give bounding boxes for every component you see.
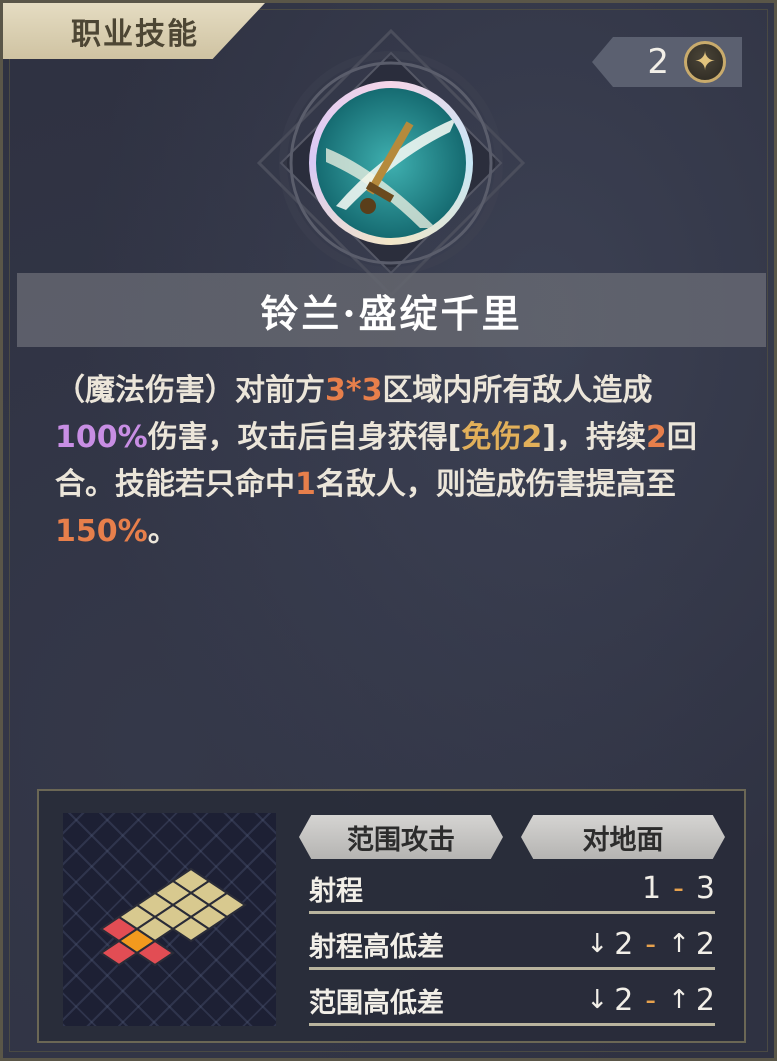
- stat-label: 范围高低差: [309, 987, 444, 1019]
- tag-attack-type-label: 范围攻击: [347, 824, 455, 856]
- desc-text: 区域内所有敌人造成: [382, 373, 653, 408]
- stat-value: ↓ 2 - ↑ 2: [586, 927, 715, 962]
- tag-target-type-label: 对地面: [582, 824, 664, 856]
- skill-name-band: 铃兰·盛绽千里: [17, 273, 766, 347]
- desc-target-count: 1: [295, 467, 316, 502]
- desc-duration-value: 2: [646, 420, 667, 455]
- height-down: 2: [614, 982, 634, 1018]
- desc-bonus-value: 150%: [55, 514, 148, 549]
- arrow-up-icon: ↑: [668, 929, 690, 959]
- desc-text: 伤害，攻击后自身获得[: [147, 420, 462, 455]
- range-max: 3: [695, 870, 715, 906]
- star-coin-icon: ✦: [684, 41, 726, 83]
- desc-text: 。: [147, 514, 178, 549]
- arrow-up-icon: ↑: [668, 985, 690, 1015]
- stat-value: ↓ 2 - ↑ 2: [586, 983, 715, 1018]
- height-sep: -: [645, 982, 657, 1018]
- desc-text: （魔法伤害）对前方: [55, 373, 325, 408]
- arrow-down-icon: ↓: [586, 985, 609, 1015]
- range-sep: -: [673, 870, 684, 906]
- section-title-tab: 职业技能: [3, 3, 265, 59]
- height-down: 2: [614, 926, 634, 962]
- skill-description: （魔法伤害）对前方3*3区域内所有敌人造成 100%伤害，攻击后自身获得[免伤2]…: [55, 367, 745, 555]
- stat-label: 射程高低差: [309, 931, 444, 963]
- range-min: 1: [641, 870, 662, 906]
- stat-row-range-height: 射程高低差 ↓ 2 - ↑ 2: [309, 921, 715, 970]
- desc-area-value: 3*3: [325, 373, 383, 408]
- cost-value: 2: [647, 42, 669, 82]
- height-sep: -: [645, 926, 657, 962]
- desc-text: 名敌人，则造成伤害提高至: [315, 467, 676, 502]
- skill-panel: 职业技能 2 ✦ 铃兰·盛绽千里 （魔法伤害）对前方3*3区域内所有敌人造成 10…: [0, 0, 777, 1061]
- stat-label: 射程: [309, 875, 363, 907]
- arrow-down-icon: ↓: [586, 929, 609, 959]
- tag-attack-type: 范围攻击: [299, 815, 503, 859]
- height-up: 2: [695, 926, 715, 962]
- desc-damage-value: 100%: [55, 420, 148, 455]
- sword-slash-icon[interactable]: [309, 81, 473, 245]
- stat-row-area-height: 范围高低差 ↓ 2 - ↑ 2: [309, 977, 715, 1026]
- stat-row-range: 射程 1 - 3: [309, 865, 715, 914]
- stat-value: 1 - 3: [642, 871, 715, 906]
- range-preview: [63, 813, 276, 1026]
- section-title: 职业技能: [71, 17, 199, 52]
- desc-text: ]，持续: [542, 420, 646, 455]
- sword-slash-graphic: [326, 118, 456, 228]
- tag-target-type: 对地面: [521, 815, 725, 859]
- range-tiles: [99, 867, 247, 967]
- desc-buff-name[interactable]: 免伤2: [461, 420, 542, 455]
- height-up: 2: [695, 982, 715, 1018]
- skill-name: 铃兰·盛绽千里: [260, 290, 523, 336]
